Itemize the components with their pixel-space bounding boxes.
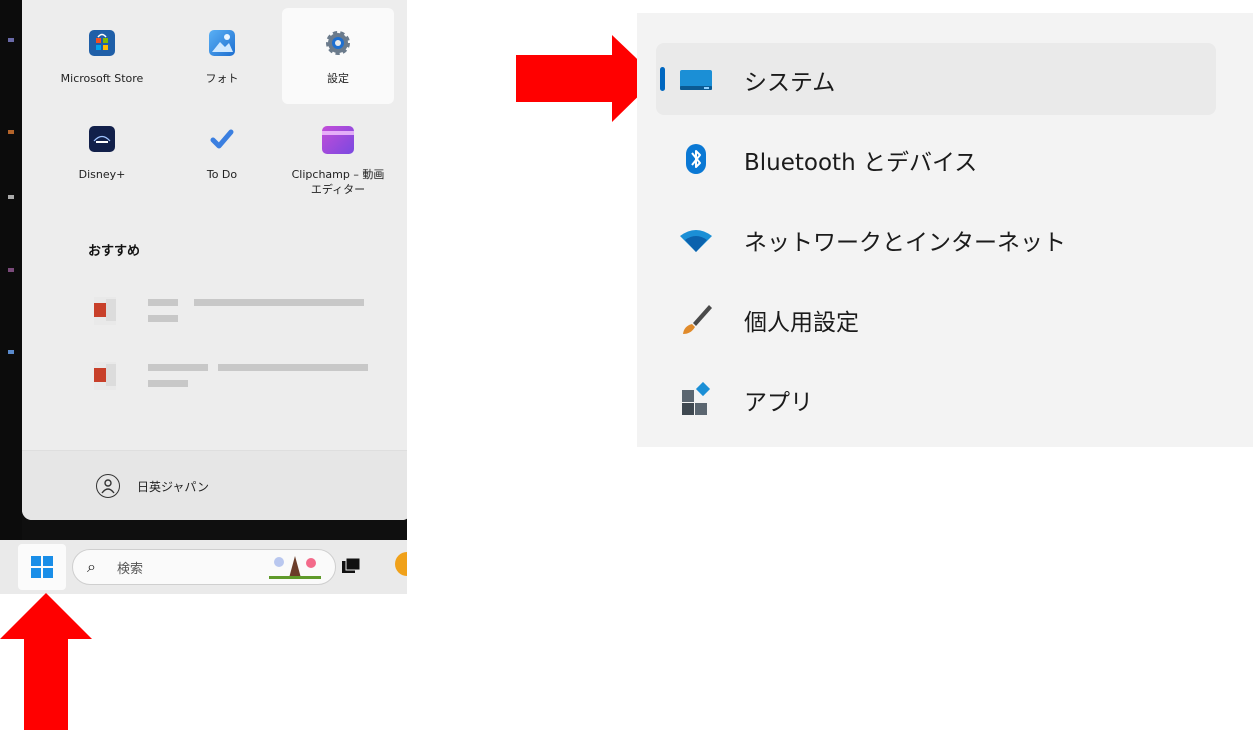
start-button[interactable] bbox=[18, 544, 66, 590]
pinned-app-label: 設定 bbox=[327, 72, 349, 85]
pinned-app-microsoft-store[interactable]: Microsoft Store bbox=[46, 8, 158, 104]
apps-icon bbox=[682, 382, 711, 415]
recommended-title: おすすめ bbox=[88, 244, 141, 259]
nav-label: システム bbox=[744, 70, 836, 96]
blurred-text bbox=[194, 299, 364, 306]
nav-label: アプリ bbox=[744, 390, 813, 416]
nav-label: ネットワークとインターネット bbox=[744, 230, 1066, 256]
search-label: 検索 bbox=[117, 562, 144, 577]
nav-label: Bluetooth とデバイス bbox=[744, 150, 978, 176]
user-name[interactable]: 日英ジャパン bbox=[137, 478, 209, 495]
pinned-app-clipchamp[interactable]: Clipchamp – 動画エディター bbox=[282, 104, 394, 200]
nav-item-network[interactable]: ネットワークとインターネット bbox=[656, 203, 1216, 275]
user-avatar-icon[interactable] bbox=[96, 474, 120, 498]
start-menu-screenshot: Microsoft Store フォト 設定 Disney+ To Do Cli… bbox=[0, 0, 407, 594]
pinned-app-label: Disney+ bbox=[78, 168, 126, 181]
file-icon bbox=[94, 362, 116, 390]
blurred-text bbox=[148, 315, 178, 322]
pinned-app-label: フォト bbox=[205, 72, 239, 85]
nav-item-bluetooth[interactable]: Bluetooth とデバイス bbox=[656, 123, 1216, 195]
nav-item-system[interactable]: システム bbox=[656, 43, 1216, 115]
search-highlight-art-icon bbox=[269, 556, 321, 579]
pinned-app-label: Clipchamp – 動画エディター bbox=[291, 168, 385, 196]
disney-plus-icon bbox=[89, 126, 115, 152]
taskbar-app-icon[interactable] bbox=[395, 552, 407, 576]
photos-icon bbox=[209, 30, 235, 56]
windows-start-icon bbox=[31, 556, 53, 578]
nav-item-apps[interactable]: アプリ bbox=[656, 363, 1216, 435]
search-icon: ⌕ bbox=[87, 557, 96, 576]
pinned-app-label: To Do bbox=[206, 168, 238, 181]
blurred-text bbox=[218, 364, 368, 371]
taskbar: ⌕ 検索 bbox=[0, 540, 407, 594]
blurred-text bbox=[148, 380, 188, 387]
task-view-icon[interactable] bbox=[342, 558, 360, 573]
todo-check-icon bbox=[209, 126, 235, 152]
clipchamp-icon bbox=[322, 126, 354, 154]
pinned-app-disney-plus[interactable]: Disney+ bbox=[46, 104, 158, 200]
brush-icon bbox=[683, 305, 712, 334]
desktop-pixel bbox=[8, 38, 14, 42]
blurred-text bbox=[148, 364, 208, 371]
microsoft-store-icon bbox=[89, 30, 115, 56]
settings-navigation-panel: システム Bluetooth とデバイス ネットワークとインターネット 個人用設… bbox=[637, 13, 1253, 447]
taskbar-search[interactable]: ⌕ 検索 bbox=[72, 549, 336, 585]
nav-item-personalization[interactable]: 個人用設定 bbox=[656, 283, 1216, 355]
start-menu: Microsoft Store フォト 設定 Disney+ To Do Cli… bbox=[22, 0, 407, 520]
nav-label: 個人用設定 bbox=[744, 310, 859, 336]
red-arrow-up-icon bbox=[0, 593, 92, 730]
system-display-icon bbox=[680, 70, 712, 90]
desktop-pixel bbox=[8, 130, 14, 134]
desktop-pixel bbox=[8, 195, 14, 199]
pinned-app-settings[interactable]: 設定 bbox=[282, 8, 394, 104]
pinned-app-photos[interactable]: フォト bbox=[166, 8, 278, 104]
start-menu-footer: 日英ジャパン bbox=[22, 450, 407, 520]
settings-gear-icon bbox=[325, 30, 351, 56]
file-icon bbox=[94, 297, 116, 325]
desktop-strip bbox=[0, 0, 22, 540]
desktop-pixel bbox=[8, 350, 14, 354]
selection-indicator bbox=[660, 67, 665, 91]
blurred-text bbox=[148, 299, 178, 306]
red-arrow-right-icon bbox=[516, 35, 657, 122]
wifi-icon bbox=[680, 230, 712, 252]
recommended-item[interactable] bbox=[94, 295, 384, 331]
desktop-pixel bbox=[8, 268, 14, 272]
bluetooth-icon bbox=[686, 144, 706, 174]
pinned-app-label: Microsoft Store bbox=[60, 72, 144, 85]
pinned-app-todo[interactable]: To Do bbox=[166, 104, 278, 200]
recommended-item[interactable] bbox=[94, 360, 384, 396]
